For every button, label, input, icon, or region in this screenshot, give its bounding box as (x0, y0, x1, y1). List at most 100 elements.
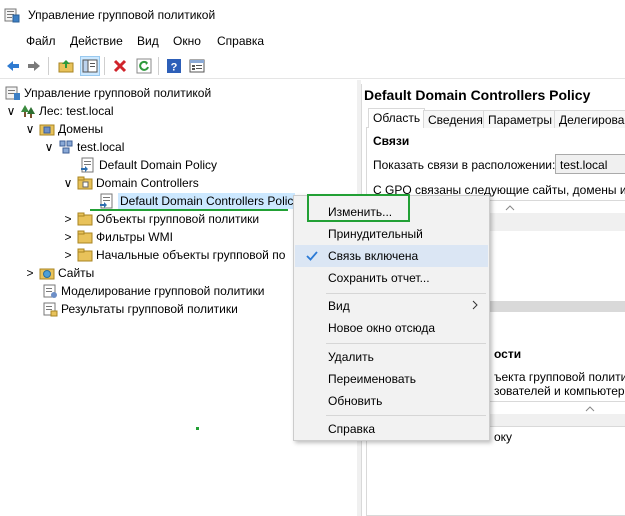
modeling-icon (42, 283, 58, 299)
tab-strip: Область Сведения Параметры Делегирован (366, 108, 625, 129)
sort-arrow-icon (505, 205, 515, 211)
menu-separator (326, 293, 486, 294)
wmi-filter-label: оку (494, 430, 513, 444)
toolbar-separator (104, 57, 105, 75)
help-icon[interactable]: ? (164, 56, 184, 76)
tree-node-gpo-objects[interactable]: > Объекты групповой политики (62, 210, 259, 228)
folder-icon (77, 211, 93, 227)
links-heading: Связи (373, 134, 410, 148)
tree-node-starter-gpos[interactable]: > Начальные объекты групповой по (62, 246, 285, 264)
forward-arrow-icon[interactable] (24, 56, 44, 76)
annotation-highlight-box (307, 194, 410, 222)
tree-node-label: Лес: test.local (39, 104, 114, 118)
ctx-link-enabled[interactable]: Связь включена (295, 245, 488, 267)
results-icon (42, 301, 58, 317)
menu-help[interactable]: Справка (217, 34, 264, 48)
ctx-help[interactable]: Справка (295, 418, 488, 440)
up-folder-icon[interactable] (56, 56, 76, 76)
tree-node-domain-controllers[interactable]: ∨ Domain Controllers (62, 174, 199, 192)
menu-separator (326, 343, 486, 344)
menu-window[interactable]: Окно (173, 34, 201, 48)
menu-view[interactable]: Вид (137, 34, 159, 48)
filtering-description-2: зователей и компьютеров (494, 384, 625, 398)
ctx-refresh[interactable]: Обновить (295, 390, 488, 412)
gpmc-icon (4, 8, 20, 23)
expand-chevron-icon[interactable]: ∨ (5, 104, 17, 118)
tree-node-gp-results[interactable]: Результаты групповой политики (42, 300, 238, 318)
tree-node-label: Объекты групповой политики (96, 212, 260, 226)
show-links-label: Показать связи в расположении: (373, 158, 556, 172)
tab-details[interactable]: Сведения (423, 110, 488, 128)
tree-node-test-local[interactable]: ∨ test.local (43, 138, 125, 156)
tree-node-default-domain-policy[interactable]: Default Domain Policy (80, 156, 217, 174)
tree-node-label: Моделирование групповой политики (61, 284, 265, 298)
toolbar-separator (158, 57, 159, 75)
ctx-item-label: Связь включена (328, 249, 419, 263)
sites-icon (39, 265, 55, 281)
ctx-rename[interactable]: Переименовать (295, 368, 488, 390)
gpo-link-icon (80, 157, 96, 173)
ctx-item-label: Обновить (328, 394, 383, 408)
domain-icon (58, 139, 74, 155)
menu-action[interactable]: Действие (70, 34, 123, 48)
annotation-underline (90, 209, 288, 211)
ctx-item-label: Переименовать (328, 372, 416, 386)
ctx-save-report[interactable]: Сохранить отчет... (295, 267, 488, 289)
ctx-enforced[interactable]: Принудительный (295, 223, 488, 245)
show-hide-tree-icon[interactable] (80, 56, 100, 76)
annotation-dot (196, 427, 199, 430)
expand-chevron-icon[interactable]: > (62, 230, 74, 244)
tree-node-label: Default Domain Policy (99, 158, 218, 172)
ctx-item-label: Вид (328, 299, 350, 313)
folder-icon (77, 229, 93, 245)
location-select[interactable]: test.local (555, 154, 625, 174)
filtering-description-1: ъекта групповой политики (494, 370, 625, 384)
tree-node-wmi-filters[interactable]: > Фильтры WMI (62, 228, 173, 246)
expand-chevron-icon[interactable]: > (24, 266, 36, 280)
back-arrow-icon[interactable] (3, 56, 23, 76)
ctx-item-label: Удалить (328, 350, 374, 364)
tab-delegation[interactable]: Делегирован (554, 110, 625, 128)
tree-node-label: Домены (58, 122, 104, 136)
tree-node-default-dc-policy[interactable]: Default Domain Controllers Polic (99, 192, 296, 210)
window-title: Управление групповой политикой (28, 8, 216, 22)
gpo-link-icon (99, 193, 115, 209)
tree-node-label: Domain Controllers (96, 176, 199, 190)
ctx-new-window[interactable]: Новое окно отсюда (295, 317, 488, 339)
tab-settings[interactable]: Параметры (483, 110, 557, 128)
tree-node-forest[interactable]: ∨ Лес: test.local (5, 102, 114, 120)
domains-folder-icon (39, 121, 55, 137)
toolbar: ? (0, 53, 625, 79)
details-pane-title: Default Domain Controllers Policy (364, 87, 591, 103)
expand-chevron-icon[interactable]: ∨ (62, 176, 74, 190)
ou-icon (77, 175, 93, 191)
properties-icon[interactable] (187, 56, 207, 76)
menu-separator (326, 415, 486, 416)
tree-node-domains[interactable]: ∨ Домены (24, 120, 104, 138)
title-bar: Управление групповой политикой (0, 0, 625, 31)
tree-node-label: Управление групповой политикой (24, 86, 212, 100)
delete-icon[interactable] (110, 56, 130, 76)
menu-file[interactable]: Файл (26, 34, 56, 48)
tab-scope[interactable]: Область (368, 108, 426, 129)
expand-chevron-icon[interactable]: ∨ (24, 122, 36, 136)
ctx-view[interactable]: Вид (295, 295, 488, 317)
tree-node-label: Сайты (58, 266, 95, 280)
expand-chevron-icon[interactable]: > (62, 212, 74, 226)
tree-node-label: Начальные объекты групповой по (96, 248, 286, 262)
ctx-item-label: Новое окно отсюда (328, 321, 436, 335)
expand-chevron-icon[interactable]: > (62, 248, 74, 262)
forest-icon (20, 103, 36, 119)
expand-chevron-icon[interactable]: ∨ (43, 140, 55, 154)
tree-node-label: Default Domain Controllers Polic (118, 193, 296, 209)
tree-node-sites[interactable]: > Сайты (24, 264, 94, 282)
refresh-icon[interactable] (134, 56, 154, 76)
tree-node-gpmc-root[interactable]: Управление групповой политикой (5, 84, 211, 102)
sort-arrow-icon (585, 406, 595, 412)
ctx-delete[interactable]: Удалить (295, 346, 488, 368)
tree-node-label: Фильтры WMI (96, 230, 173, 244)
submenu-arrow-icon (472, 299, 478, 313)
filtering-heading: ости (494, 347, 522, 361)
tree-node-gp-modeling[interactable]: Моделирование групповой политики (42, 282, 264, 300)
ctx-item-label: Справка (328, 422, 376, 436)
